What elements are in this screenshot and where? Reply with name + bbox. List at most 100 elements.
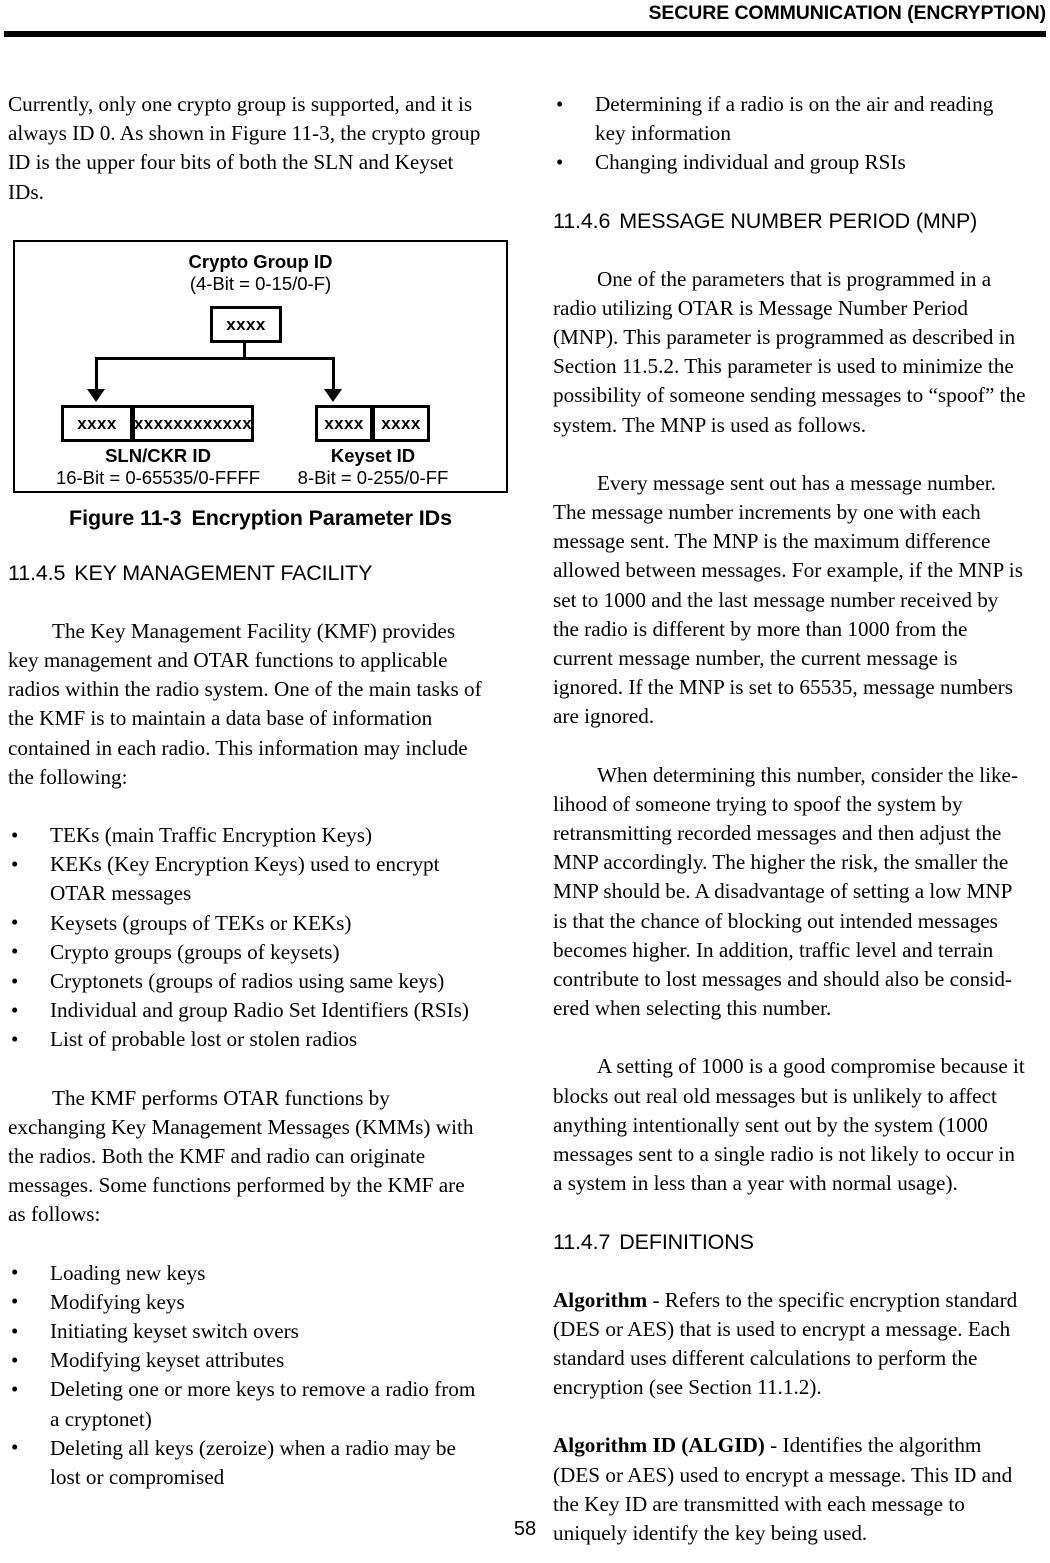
figure-caption-number: Figure 11-3 [69,506,182,530]
figure-arrowhead-right-icon [324,389,342,402]
mnp-paragraph-1: One of the parameters that is programmed… [553,266,1026,437]
list-item: • Determining if a radio is on the air an… [553,90,1028,148]
list-item-label: Determining if a radio is on the air and… [595,92,994,146]
page-header: SECURE COMMUNICATION (ENCRYPTION) [0,0,1050,40]
bullet-dot-icon: • [11,1435,19,1460]
left-column: Currently, only one crypto group is supp… [8,90,508,1493]
list-item-label: Keysets (groups of TEKs or KEKs) [50,910,352,935]
bullet-dot-icon: • [11,851,19,876]
figure-connector-vertical-right [332,357,335,391]
list-item-label: Initiating keyset switch overs [50,1319,299,1344]
section-heading-11-4-7: 11.4.7 DEFINITIONS [553,1228,1028,1256]
list-item: • Modifying keys [8,1288,483,1317]
bullet-dot-icon: • [11,1260,19,1285]
figure-sln-range: 16-Bit = 0-65535/0-FFFF [55,467,261,488]
figure-keyset-range: 8-Bit = 0-255/0-FF [297,467,449,488]
kmf-info-bullet-list: • TEKs (main Traffic Encryption Keys) • KE… [8,821,483,1055]
bullet-dot-icon: • [556,149,564,174]
list-item-label: Modifying keyset attributes [50,1348,285,1373]
bullet-dot-icon: • [11,939,19,964]
list-item: • TEKs (main Traffic Encryption Keys) [8,821,483,850]
list-item-label: Deleting one or more keys to remove a ra… [50,1377,476,1431]
figure-crypto-group-title: Crypto Group ID [188,251,333,272]
intro-paragraph: Currently, only one crypto group is supp… [8,92,481,204]
bullet-dot-icon: • [11,1318,19,1343]
section-number-11-4-6: 11.4.6 [553,208,611,233]
figure-keyset-cell-low: xxxx [372,405,430,442]
page-header-title: SECURE COMMUNICATION (ENCRYPTION) [648,2,1046,24]
mnp-paragraph-3: When determining this number, consider t… [553,762,1019,1021]
list-item-label: TEKs (main Traffic Encryption Keys) [50,823,373,848]
section-title-11-4-7: DEFINITIONS [619,1229,754,1254]
list-item-label: Changing individual and group RSIs [595,150,906,175]
page-number: 58 [513,1518,537,1540]
figure-caption-text: Encryption Parameter IDs [191,506,452,530]
kmf-paragraph-2: The KMF performs OTAR functions by excha… [8,1085,474,1227]
list-item: • Modifying keyset attributes [8,1346,483,1375]
figure-keyset-label: Keyset ID [330,445,416,466]
mnp-paragraph-2: Every message sent out has a message num… [553,470,1023,729]
section-title-11-4-5: KEY MANAGEMENT FACILITY [74,560,373,585]
figure-sln-label: SLN/CKR ID [105,445,211,466]
list-item-label: Modifying keys [50,1289,185,1314]
list-item: • Deleting all keys (zeroize) when a radi… [8,1434,483,1492]
bullet-dot-icon: • [11,1376,19,1401]
kmf-paragraph-1: The Key Management Facility (KMF) provid… [8,618,482,789]
mnp-paragraph-4: A setting of 1000 is a good compromise b… [553,1054,1025,1196]
page-footer: 58 [0,1518,1050,1541]
figure-11-3: Crypto Group ID (4-Bit = 0-15/0-F) xxxx … [13,240,510,530]
bullet-dot-icon: • [11,1347,19,1372]
list-item-label: Deleting all keys (zeroize) when a radio… [50,1435,456,1490]
section-number-11-4-7: 11.4.7 [553,1229,611,1254]
figure-connector-horizontal [95,357,335,360]
list-item-label: Crypto groups (groups of keysets) [50,939,340,964]
page-header-rule [4,31,1046,37]
right-column: • Determining if a radio is on the air an… [553,90,1028,1548]
figure-sln-cell-low: xxxxxxxxxxxx [132,405,254,442]
definition-term-algorithm-id: Algorithm ID (ALGID) [553,1433,765,1458]
bullet-dot-icon: • [11,968,19,993]
list-item: • Deleting one or more keys to remove a r… [8,1375,483,1433]
list-item-label: Individual and group Radio Set Identifie… [50,998,469,1023]
list-item: • Changing individual and group RSIs [553,148,1028,177]
section-heading-11-4-5: 11.4.5 KEY MANAGEMENT FACILITY [8,559,483,587]
figure-keyset-cell-high: xxxx [315,405,373,442]
list-item-label: List of probable lost or stolen radios [50,1027,358,1052]
definition-term-algorithm: Algorithm [553,1287,648,1312]
list-item-label: Cryptonets (groups of radios using same … [50,969,445,994]
list-item: • Crypto groups (groups of keysets) [8,938,483,967]
definition-algorithm: Algorithm - Refers to the specific encry… [553,1286,1028,1403]
figure-caption: Figure 11-3 Encryption Parameter IDs [13,506,508,531]
kmf-functions-continued-bullet-list: • Determining if a radio is on the air an… [553,90,1028,178]
figure-crypto-group-subtitle: (4-Bit = 0-15/0-F) [189,273,332,294]
figure-sln-cell-high: xxxx [61,405,133,442]
bullet-dot-icon: • [11,910,19,935]
figure-arrowhead-left-icon [87,389,105,402]
section-title-11-4-6: MESSAGE NUMBER PERIOD (MNP) [619,208,978,233]
bullet-dot-icon: • [556,91,564,116]
bullet-dot-icon: • [11,822,19,847]
list-item: • Keysets (groups of TEKs or KEKs) [8,909,483,938]
list-item: • Initiating keyset switch overs [8,1317,483,1346]
figure-crypto-group-cell: xxxx [210,306,282,343]
list-item: • KEKs (Key Encryption Keys) used to encr… [8,850,483,908]
kmf-functions-bullet-list: • Loading new keys • Modifying keys • Initi… [8,1259,483,1493]
list-item: • Cryptonets (groups of radios using same… [8,967,483,996]
figure-border-box: Crypto Group ID (4-Bit = 0-15/0-F) xxxx … [13,240,508,493]
section-heading-11-4-6: 11.4.6 MESSAGE NUMBER PERIOD (MNP) [553,207,1028,235]
bullet-dot-icon: • [11,997,19,1022]
list-item: • List of probable lost or stolen radios [8,1025,483,1054]
list-item-label: KEKs (Key Encryption Keys) used to encry… [50,852,440,906]
